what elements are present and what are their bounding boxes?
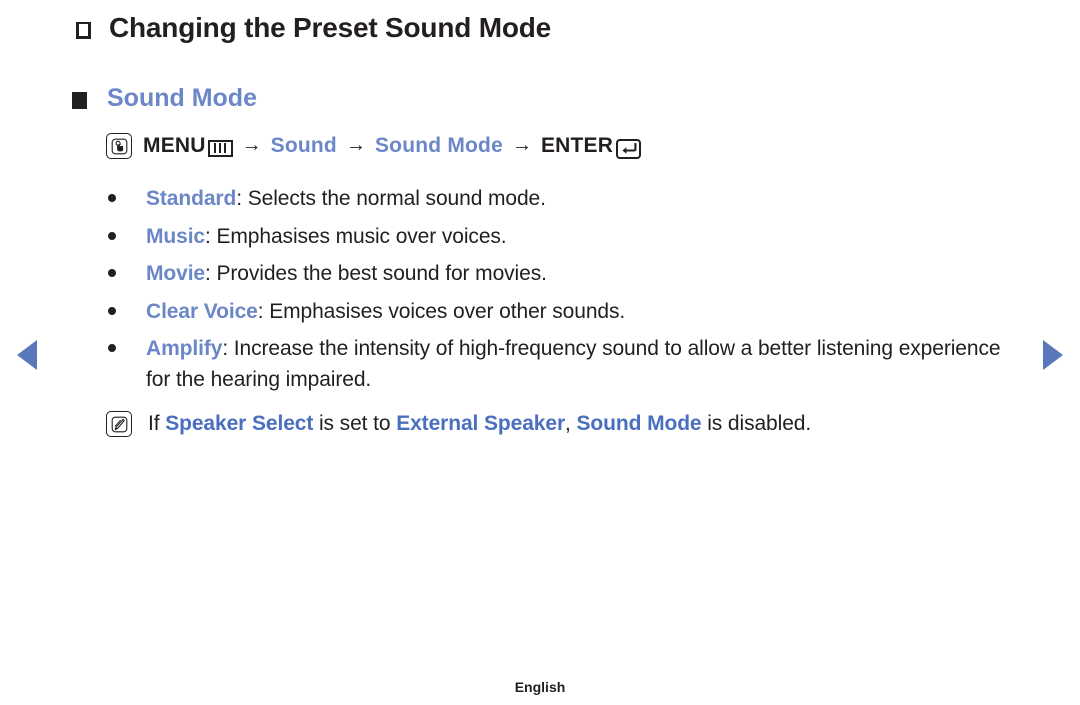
option-separator: :: [257, 299, 270, 323]
option-separator: :: [205, 262, 217, 285]
manual-page: Changing the Preset Sound Mode Sound Mod…: [0, 0, 1080, 705]
option-separator: :: [222, 337, 234, 360]
list-item: Clear Voice: Emphasises voices over othe…: [108, 296, 1008, 327]
note-prefix: If: [148, 412, 166, 435]
enter-label: ENTER: [540, 134, 614, 157]
next-page-arrow[interactable]: [1043, 340, 1063, 370]
option-term: Clear Voice: [146, 299, 258, 323]
option-description: Emphasises music over voices.: [216, 224, 507, 248]
enter-return-icon: [616, 139, 642, 159]
hollow-square-bullet-icon: [76, 21, 91, 39]
list-item: Music: Emphasises music over voices.: [108, 221, 1008, 252]
option-description: Provides the best sound for movies.: [216, 262, 547, 285]
option-text: Music: Emphasises music over voices.: [146, 221, 507, 252]
option-description: Increase the intensity of high-frequency…: [146, 337, 1001, 391]
hand-press-button-icon: [106, 133, 132, 159]
list-item: Standard: Selects the normal sound mode.: [108, 183, 1008, 214]
note-term-external-speaker: External Speaker: [396, 412, 566, 435]
previous-page-arrow[interactable]: [17, 340, 37, 370]
filled-square-bullet-icon: [72, 92, 87, 109]
option-term: Amplify: [146, 337, 223, 360]
round-bullet-icon: [108, 194, 116, 202]
sound-mode-options-list: Standard: Selects the normal sound mode.…: [108, 183, 1008, 402]
note-suffix: is disabled.: [701, 412, 812, 435]
note-term-sound-mode: Sound Mode: [576, 412, 702, 435]
option-term: Music: [146, 224, 206, 248]
path-arrow-3: →: [511, 133, 532, 156]
section-heading-row: Sound Mode: [72, 84, 257, 113]
round-bullet-icon: [108, 306, 116, 315]
option-text: Amplify: Increase the intensity of high-…: [146, 333, 1008, 395]
list-item: Amplify: Increase the intensity of high-…: [108, 333, 1008, 395]
round-bullet-icon: [108, 269, 116, 277]
menu-path-breadcrumb: MENU → Sound → Sound Mode → ENTER: [106, 133, 642, 159]
note-middle-2: ,: [565, 412, 577, 435]
menu-label: MENU: [143, 134, 206, 157]
note-text: If Speaker Select is set to External Spe…: [148, 409, 811, 439]
option-term: Movie: [146, 262, 206, 285]
option-term: Standard: [146, 187, 237, 210]
option-description: Selects the normal sound mode.: [247, 187, 546, 210]
menu-step-sound: Sound: [270, 134, 337, 157]
note-middle-1: is set to: [313, 412, 397, 435]
round-bullet-icon: [108, 231, 116, 240]
list-item: Movie: Provides the best sound for movie…: [108, 258, 1008, 289]
option-text: Clear Voice: Emphasises voices over othe…: [146, 296, 625, 327]
option-text: Movie: Provides the best sound for movie…: [146, 258, 547, 289]
path-arrow-1: →: [241, 133, 262, 156]
round-bullet-icon: [108, 344, 116, 352]
section-heading: Sound Mode: [107, 84, 257, 112]
note-row: If Speaker Select is set to External Spe…: [106, 409, 1006, 439]
menu-bars-icon: [207, 139, 233, 157]
option-text: Standard: Selects the normal sound mode.: [146, 183, 546, 214]
page-title: Changing the Preset Sound Mode: [109, 12, 552, 43]
option-separator: :: [205, 224, 217, 248]
footer-language-label: English: [514, 679, 566, 695]
path-arrow-2: →: [345, 133, 366, 156]
menu-step-sound-mode: Sound Mode: [374, 134, 503, 157]
page-title-row: Changing the Preset Sound Mode: [76, 12, 551, 44]
option-description: Emphasises voices over other sounds.: [269, 299, 626, 323]
option-separator: :: [236, 187, 248, 210]
note-term-speaker-select: Speaker Select: [165, 412, 314, 435]
note-pencil-icon: [106, 411, 132, 437]
